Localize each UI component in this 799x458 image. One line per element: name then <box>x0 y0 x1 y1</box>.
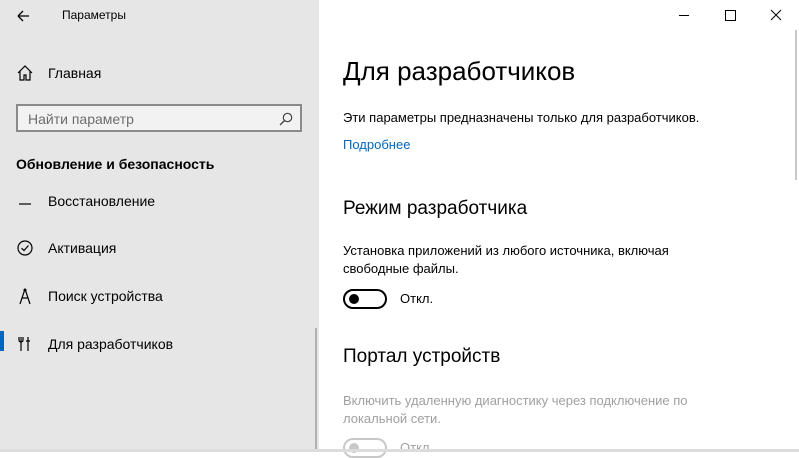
search-input[interactable]: Найти параметр <box>16 104 302 132</box>
sidebar-item-activation[interactable]: Активация <box>0 233 319 263</box>
sidebar-item-label: Активация <box>48 240 117 256</box>
sidebar-item-find-device[interactable]: Поиск устройства <box>0 281 319 311</box>
sidebar-item-recovery-clip: Восстановление <box>0 194 319 208</box>
home-icon <box>17 65 33 81</box>
device-portal-description: Включить удаленную диагностику через под… <box>343 393 688 426</box>
find-device-icon <box>19 288 31 305</box>
developer-mode-description: Установка приложений из любого источника… <box>343 243 669 276</box>
close-button[interactable] <box>753 0 799 30</box>
section-title: Обновление и безопасность <box>16 156 215 172</box>
developer-mode-heading: Режим разработчика <box>343 198 528 219</box>
sidebar: Параметры Главная Найти параметр Обновле… <box>0 0 319 452</box>
minimize-button[interactable] <box>661 0 707 30</box>
search-icon[interactable] <box>278 111 294 127</box>
sidebar-home-label: Главная <box>48 65 102 81</box>
device-portal-toggle[interactable] <box>343 438 387 458</box>
device-portal-toggle-state: Откл. <box>400 440 434 455</box>
sidebar-item-label: Восстановление <box>48 194 156 208</box>
sidebar-scrollbar[interactable] <box>315 328 317 452</box>
sidebar-item-home[interactable]: Главная <box>0 58 319 88</box>
developer-tools-icon <box>18 337 30 351</box>
back-arrow-icon[interactable] <box>12 6 34 26</box>
page-description: Эти параметры предназначены только для р… <box>343 110 700 125</box>
sidebar-item-recovery[interactable]: Восстановление <box>0 194 319 208</box>
activation-icon <box>17 240 33 256</box>
maximize-icon <box>725 10 736 21</box>
minimize-icon <box>679 15 689 16</box>
sidebar-item-developers[interactable]: Для разработчиков <box>0 329 319 359</box>
close-icon <box>770 9 782 21</box>
recovery-icon <box>19 203 31 205</box>
developer-mode-toggle-state: Откл. <box>400 291 434 306</box>
main-scrollbar[interactable] <box>795 30 797 180</box>
device-portal-heading: Портал устройств <box>343 346 501 367</box>
app-title: Параметры <box>62 8 126 22</box>
developer-mode-toggle[interactable] <box>343 289 387 309</box>
sidebar-item-label: Для разработчиков <box>48 336 174 352</box>
page-title: Для разработчиков <box>343 56 576 86</box>
maximize-button[interactable] <box>707 0 753 30</box>
more-info-link[interactable]: Подробнее <box>343 137 410 152</box>
sidebar-item-label: Поиск устройства <box>48 288 163 304</box>
search-placeholder: Найти параметр <box>28 111 134 127</box>
toggle-knob <box>349 294 359 304</box>
